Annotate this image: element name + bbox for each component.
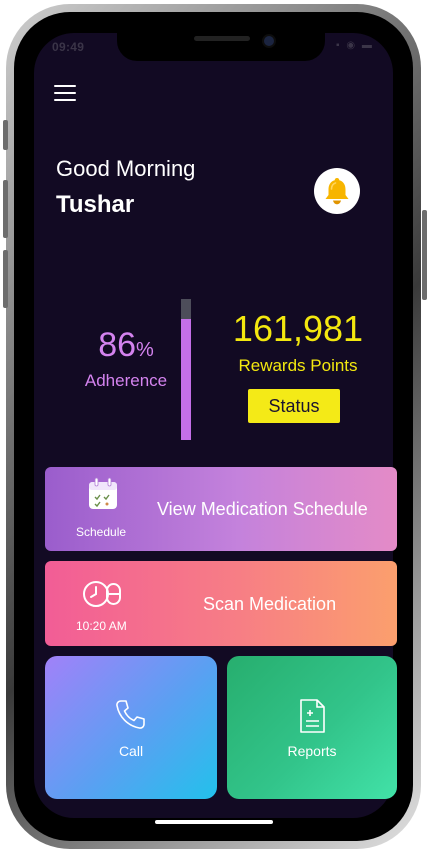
adherence-number: 86 (98, 326, 137, 364)
adherence-value: 86% (56, 326, 196, 365)
adherence-bar (181, 299, 191, 440)
reports-label: Reports (287, 743, 337, 759)
scan-time: 10:20 AM (76, 619, 127, 633)
scan-medication-button[interactable]: 10:20 AM Scan Medication (45, 561, 397, 646)
status-time: 09:49 (52, 40, 85, 54)
adherence-unit: % (136, 339, 154, 361)
adherence-label: Adherence (84, 371, 168, 390)
bell-icon (325, 178, 349, 205)
status-icons: ▪ ◉ ▬ (336, 40, 374, 51)
speaker-grille (194, 36, 250, 41)
front-camera (262, 34, 276, 48)
schedule-label: Schedule (76, 525, 127, 539)
user-name: Tushar (56, 191, 135, 218)
home-indicator[interactable] (155, 820, 273, 824)
view-schedule-title: View Medication Schedule (157, 499, 368, 519)
notifications-button[interactable] (314, 168, 360, 214)
greeting-text: Good Morning (56, 156, 196, 181)
rewards-points-value: 161,981 (232, 308, 364, 349)
call-label: Call (118, 743, 144, 759)
rewards-points-label: Rewards Points (238, 356, 358, 375)
scan-medication-title: Scan Medication (203, 594, 337, 614)
reports-button[interactable]: Reports (227, 656, 397, 799)
hamburger-menu-icon[interactable] (54, 84, 76, 102)
pill-clock-icon (83, 581, 121, 607)
calendar-icon (89, 477, 117, 509)
document-icon (300, 699, 325, 733)
call-button[interactable]: Call (45, 656, 217, 799)
phone-icon (116, 700, 145, 729)
volume-up-button (3, 180, 8, 238)
mute-switch (3, 120, 8, 150)
power-button (422, 210, 427, 300)
volume-down-button (3, 250, 8, 308)
status-button[interactable]: Status (248, 389, 340, 423)
view-medication-schedule-button[interactable]: Schedule View Medication Schedule (45, 467, 397, 551)
adherence-bar-fill (181, 318, 191, 440)
